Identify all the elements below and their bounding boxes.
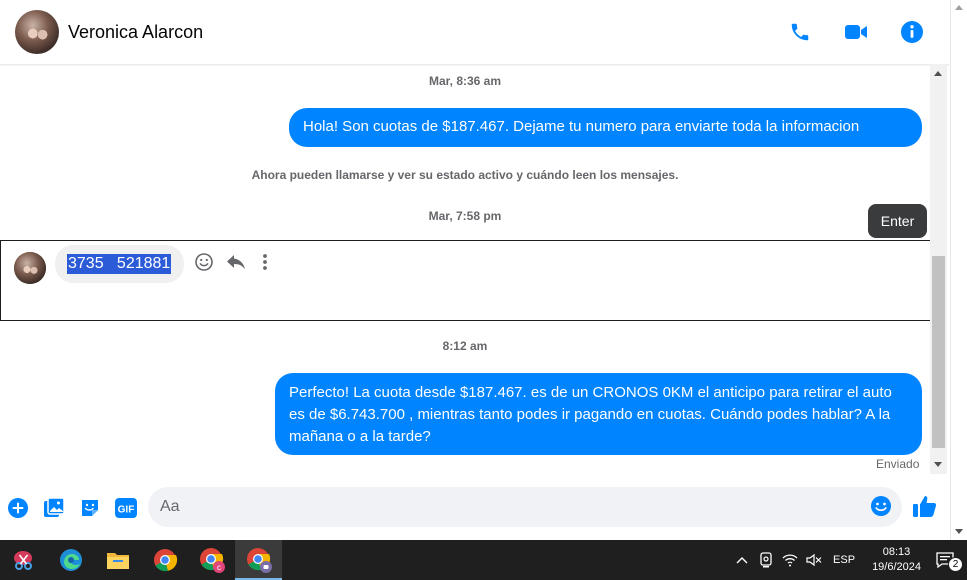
message-timestamp: Mar, 7:58 pm xyxy=(428,209,502,223)
message-input-placeholder: Aa xyxy=(160,498,180,515)
message-timestamp: 8:12 am xyxy=(442,339,488,353)
phone-icon[interactable] xyxy=(784,16,816,48)
message-input[interactable]: Aa xyxy=(148,487,902,527)
contact-avatar[interactable] xyxy=(15,10,59,54)
video-camera-icon[interactable] xyxy=(840,16,872,48)
windows-taskbar: c ESP 08:13 19/6/2024 2 xyxy=(0,540,967,580)
composer-actions: GIF xyxy=(6,496,138,520)
message-scrollbar[interactable] xyxy=(930,64,947,474)
scroll-thumb[interactable] xyxy=(932,256,945,448)
gif-label: GIF xyxy=(118,505,135,516)
clock-time: 08:13 xyxy=(882,546,911,558)
clock-date: 19/6/2024 xyxy=(872,561,921,573)
notification-count-badge: 2 xyxy=(948,557,963,572)
page-scroll-down-icon[interactable] xyxy=(955,529,963,534)
react-emoji-icon[interactable] xyxy=(194,252,214,272)
chrome-icon[interactable] xyxy=(141,540,188,580)
message-timestamp: Mar, 8:36 am xyxy=(428,74,502,88)
outgoing-message-bubble[interactable]: Perfecto! La cuota desde $187.467. es de… xyxy=(275,373,922,455)
reply-icon[interactable] xyxy=(225,252,247,272)
photo-icon[interactable] xyxy=(42,496,66,520)
file-explorer-icon[interactable] xyxy=(94,540,141,580)
contact-name[interactable]: Veronica Alarcon xyxy=(68,22,203,43)
volume-muted-icon[interactable] xyxy=(802,553,826,567)
message-composer: GIF Aa xyxy=(0,486,950,530)
sticker-icon[interactable] xyxy=(78,496,102,520)
gif-icon[interactable]: GIF xyxy=(114,496,138,520)
page-scrollbar[interactable] xyxy=(950,0,967,540)
page-scroll-up-icon[interactable] xyxy=(955,5,963,10)
chrome-active-icon[interactable] xyxy=(235,540,282,580)
chrome-profile-icon[interactable]: c xyxy=(188,540,235,580)
meet-now-icon[interactable] xyxy=(754,552,778,568)
enter-tooltip: Enter xyxy=(868,204,927,238)
more-options-icon[interactable] xyxy=(258,252,272,272)
add-icon[interactable] xyxy=(6,496,30,520)
svg-text:c: c xyxy=(217,563,221,572)
clock[interactable]: 08:13 19/6/2024 xyxy=(872,545,921,575)
notification-center-icon[interactable]: 2 xyxy=(933,552,963,572)
conversation-header: Veronica Alarcon xyxy=(0,0,950,64)
selected-phone-number[interactable]: 3735 521881 xyxy=(67,254,172,274)
emoji-icon[interactable] xyxy=(870,495,892,522)
outgoing-message-text: Perfecto! La cuota desde $187.467. es de… xyxy=(289,384,892,445)
header-actions xyxy=(784,16,928,48)
outgoing-message-text: Hola! Son cuotas de $187.467. Dejame tu … xyxy=(303,118,860,135)
system-notice: Ahora pueden llamarse y ver su estado ac… xyxy=(251,168,679,182)
input-language[interactable]: ESP xyxy=(826,554,862,566)
edge-icon[interactable] xyxy=(47,540,94,580)
system-tray: ESP 08:13 19/6/2024 2 xyxy=(730,540,967,580)
seen-indicator-avatar xyxy=(14,252,46,284)
snipping-tool-icon[interactable] xyxy=(0,540,47,580)
scroll-down-arrow-icon[interactable] xyxy=(934,462,942,467)
outgoing-message-bubble[interactable]: Hola! Son cuotas de $187.467. Dejame tu … xyxy=(289,108,922,147)
incoming-message-row: 3735 521881 xyxy=(0,240,931,321)
thumbs-up-icon[interactable] xyxy=(912,493,938,524)
show-hidden-icons-chevron-icon[interactable] xyxy=(730,556,754,564)
sent-status: Enviado xyxy=(876,457,920,471)
message-actions xyxy=(194,252,272,272)
info-icon[interactable] xyxy=(896,16,928,48)
messenger-window: Veronica Alarcon Mar, 8:36 am Hola! Son … xyxy=(0,0,967,580)
incoming-message-bubble[interactable]: 3735 521881 xyxy=(55,245,184,283)
scroll-up-arrow-icon[interactable] xyxy=(934,71,942,76)
wifi-icon[interactable] xyxy=(778,553,802,567)
